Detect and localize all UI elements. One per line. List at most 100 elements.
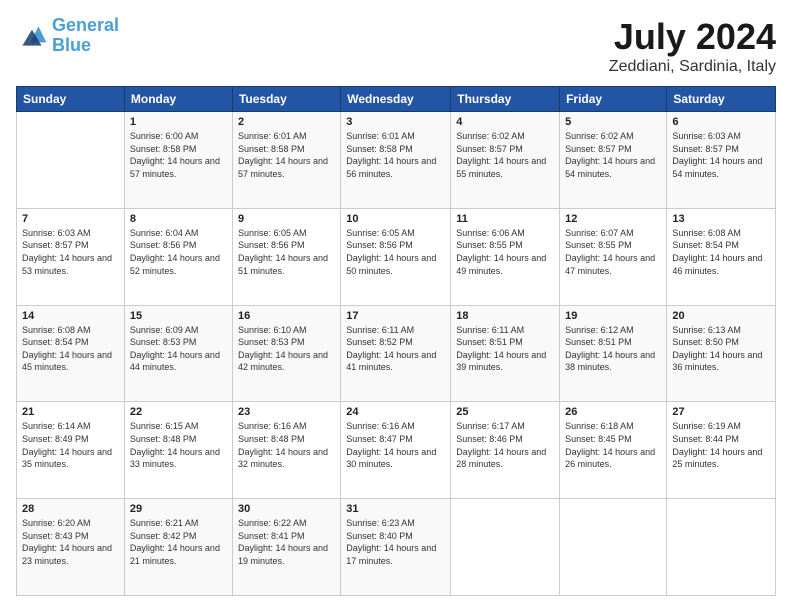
week-row-3: 14 Sunrise: 6:08 AMSunset: 8:54 PMDaylig…	[17, 305, 776, 402]
day-info: Sunrise: 6:02 AMSunset: 8:57 PMDaylight:…	[456, 130, 554, 180]
calendar-page: General Blue July 2024 Zeddiani, Sardini…	[0, 0, 792, 612]
day-number: 16	[238, 310, 335, 322]
day-number: 9	[238, 213, 335, 225]
day-info: Sunrise: 6:12 AMSunset: 8:51 PMDaylight:…	[565, 324, 661, 374]
day-info: Sunrise: 6:14 AMSunset: 8:49 PMDaylight:…	[22, 420, 119, 470]
day-number: 8	[130, 213, 227, 225]
day-number: 15	[130, 310, 227, 322]
day-info: Sunrise: 6:03 AMSunset: 8:57 PMDaylight:…	[672, 130, 770, 180]
day-info: Sunrise: 6:06 AMSunset: 8:55 PMDaylight:…	[456, 227, 554, 277]
header-cell-monday: Monday	[124, 87, 232, 112]
day-cell	[667, 499, 776, 596]
header-cell-sunday: Sunday	[17, 87, 125, 112]
day-cell: 20 Sunrise: 6:13 AMSunset: 8:50 PMDaylig…	[667, 305, 776, 402]
day-number: 18	[456, 310, 554, 322]
day-cell: 7 Sunrise: 6:03 AMSunset: 8:57 PMDayligh…	[17, 208, 125, 305]
day-cell: 5 Sunrise: 6:02 AMSunset: 8:57 PMDayligh…	[560, 112, 667, 209]
day-cell: 30 Sunrise: 6:22 AMSunset: 8:41 PMDaylig…	[232, 499, 340, 596]
day-info: Sunrise: 6:20 AMSunset: 8:43 PMDaylight:…	[22, 517, 119, 567]
day-cell: 12 Sunrise: 6:07 AMSunset: 8:55 PMDaylig…	[560, 208, 667, 305]
day-number: 31	[346, 503, 445, 515]
day-info: Sunrise: 6:17 AMSunset: 8:46 PMDaylight:…	[456, 420, 554, 470]
header: General Blue July 2024 Zeddiani, Sardini…	[16, 16, 776, 76]
week-row-2: 7 Sunrise: 6:03 AMSunset: 8:57 PMDayligh…	[17, 208, 776, 305]
header-cell-wednesday: Wednesday	[341, 87, 451, 112]
day-cell	[17, 112, 125, 209]
day-cell: 17 Sunrise: 6:11 AMSunset: 8:52 PMDaylig…	[341, 305, 451, 402]
day-cell: 16 Sunrise: 6:10 AMSunset: 8:53 PMDaylig…	[232, 305, 340, 402]
day-number: 29	[130, 503, 227, 515]
day-cell: 25 Sunrise: 6:17 AMSunset: 8:46 PMDaylig…	[451, 402, 560, 499]
day-info: Sunrise: 6:15 AMSunset: 8:48 PMDaylight:…	[130, 420, 227, 470]
day-number: 21	[22, 406, 119, 418]
title-area: July 2024 Zeddiani, Sardinia, Italy	[609, 16, 776, 76]
day-number: 10	[346, 213, 445, 225]
day-info: Sunrise: 6:08 AMSunset: 8:54 PMDaylight:…	[22, 324, 119, 374]
day-cell	[560, 499, 667, 596]
day-number: 3	[346, 116, 445, 128]
header-cell-saturday: Saturday	[667, 87, 776, 112]
day-number: 1	[130, 116, 227, 128]
header-cell-friday: Friday	[560, 87, 667, 112]
day-cell: 6 Sunrise: 6:03 AMSunset: 8:57 PMDayligh…	[667, 112, 776, 209]
day-info: Sunrise: 6:16 AMSunset: 8:47 PMDaylight:…	[346, 420, 445, 470]
day-info: Sunrise: 6:08 AMSunset: 8:54 PMDaylight:…	[672, 227, 770, 277]
logo-text: General Blue	[52, 16, 119, 56]
day-info: Sunrise: 6:23 AMSunset: 8:40 PMDaylight:…	[346, 517, 445, 567]
day-cell: 19 Sunrise: 6:12 AMSunset: 8:51 PMDaylig…	[560, 305, 667, 402]
day-cell: 10 Sunrise: 6:05 AMSunset: 8:56 PMDaylig…	[341, 208, 451, 305]
day-cell: 22 Sunrise: 6:15 AMSunset: 8:48 PMDaylig…	[124, 402, 232, 499]
day-cell: 9 Sunrise: 6:05 AMSunset: 8:56 PMDayligh…	[232, 208, 340, 305]
day-cell: 31 Sunrise: 6:23 AMSunset: 8:40 PMDaylig…	[341, 499, 451, 596]
day-number: 6	[672, 116, 770, 128]
day-number: 23	[238, 406, 335, 418]
day-number: 13	[672, 213, 770, 225]
day-number: 2	[238, 116, 335, 128]
day-cell: 13 Sunrise: 6:08 AMSunset: 8:54 PMDaylig…	[667, 208, 776, 305]
day-cell: 29 Sunrise: 6:21 AMSunset: 8:42 PMDaylig…	[124, 499, 232, 596]
day-cell: 1 Sunrise: 6:00 AMSunset: 8:58 PMDayligh…	[124, 112, 232, 209]
day-cell: 11 Sunrise: 6:06 AMSunset: 8:55 PMDaylig…	[451, 208, 560, 305]
day-cell: 3 Sunrise: 6:01 AMSunset: 8:58 PMDayligh…	[341, 112, 451, 209]
day-info: Sunrise: 6:13 AMSunset: 8:50 PMDaylight:…	[672, 324, 770, 374]
day-number: 17	[346, 310, 445, 322]
month-year-title: July 2024	[609, 16, 776, 58]
day-cell	[451, 499, 560, 596]
day-cell: 28 Sunrise: 6:20 AMSunset: 8:43 PMDaylig…	[17, 499, 125, 596]
day-info: Sunrise: 6:03 AMSunset: 8:57 PMDaylight:…	[22, 227, 119, 277]
day-info: Sunrise: 6:21 AMSunset: 8:42 PMDaylight:…	[130, 517, 227, 567]
day-info: Sunrise: 6:18 AMSunset: 8:45 PMDaylight:…	[565, 420, 661, 470]
day-info: Sunrise: 6:22 AMSunset: 8:41 PMDaylight:…	[238, 517, 335, 567]
day-info: Sunrise: 6:09 AMSunset: 8:53 PMDaylight:…	[130, 324, 227, 374]
day-number: 26	[565, 406, 661, 418]
day-info: Sunrise: 6:11 AMSunset: 8:52 PMDaylight:…	[346, 324, 445, 374]
day-number: 12	[565, 213, 661, 225]
day-info: Sunrise: 6:05 AMSunset: 8:56 PMDaylight:…	[346, 227, 445, 277]
day-cell: 18 Sunrise: 6:11 AMSunset: 8:51 PMDaylig…	[451, 305, 560, 402]
day-number: 27	[672, 406, 770, 418]
day-info: Sunrise: 6:00 AMSunset: 8:58 PMDaylight:…	[130, 130, 227, 180]
logo-icon	[16, 20, 48, 52]
day-number: 25	[456, 406, 554, 418]
header-cell-thursday: Thursday	[451, 87, 560, 112]
day-number: 5	[565, 116, 661, 128]
day-number: 24	[346, 406, 445, 418]
day-number: 14	[22, 310, 119, 322]
day-cell: 21 Sunrise: 6:14 AMSunset: 8:49 PMDaylig…	[17, 402, 125, 499]
day-number: 28	[22, 503, 119, 515]
day-info: Sunrise: 6:19 AMSunset: 8:44 PMDaylight:…	[672, 420, 770, 470]
day-info: Sunrise: 6:02 AMSunset: 8:57 PMDaylight:…	[565, 130, 661, 180]
day-info: Sunrise: 6:01 AMSunset: 8:58 PMDaylight:…	[346, 130, 445, 180]
day-info: Sunrise: 6:16 AMSunset: 8:48 PMDaylight:…	[238, 420, 335, 470]
day-info: Sunrise: 6:05 AMSunset: 8:56 PMDaylight:…	[238, 227, 335, 277]
calendar-table: SundayMondayTuesdayWednesdayThursdayFrid…	[16, 86, 776, 596]
day-number: 22	[130, 406, 227, 418]
day-cell: 15 Sunrise: 6:09 AMSunset: 8:53 PMDaylig…	[124, 305, 232, 402]
week-row-4: 21 Sunrise: 6:14 AMSunset: 8:49 PMDaylig…	[17, 402, 776, 499]
day-info: Sunrise: 6:01 AMSunset: 8:58 PMDaylight:…	[238, 130, 335, 180]
day-number: 4	[456, 116, 554, 128]
location-subtitle: Zeddiani, Sardinia, Italy	[609, 58, 776, 76]
day-number: 30	[238, 503, 335, 515]
day-info: Sunrise: 6:07 AMSunset: 8:55 PMDaylight:…	[565, 227, 661, 277]
day-cell: 24 Sunrise: 6:16 AMSunset: 8:47 PMDaylig…	[341, 402, 451, 499]
